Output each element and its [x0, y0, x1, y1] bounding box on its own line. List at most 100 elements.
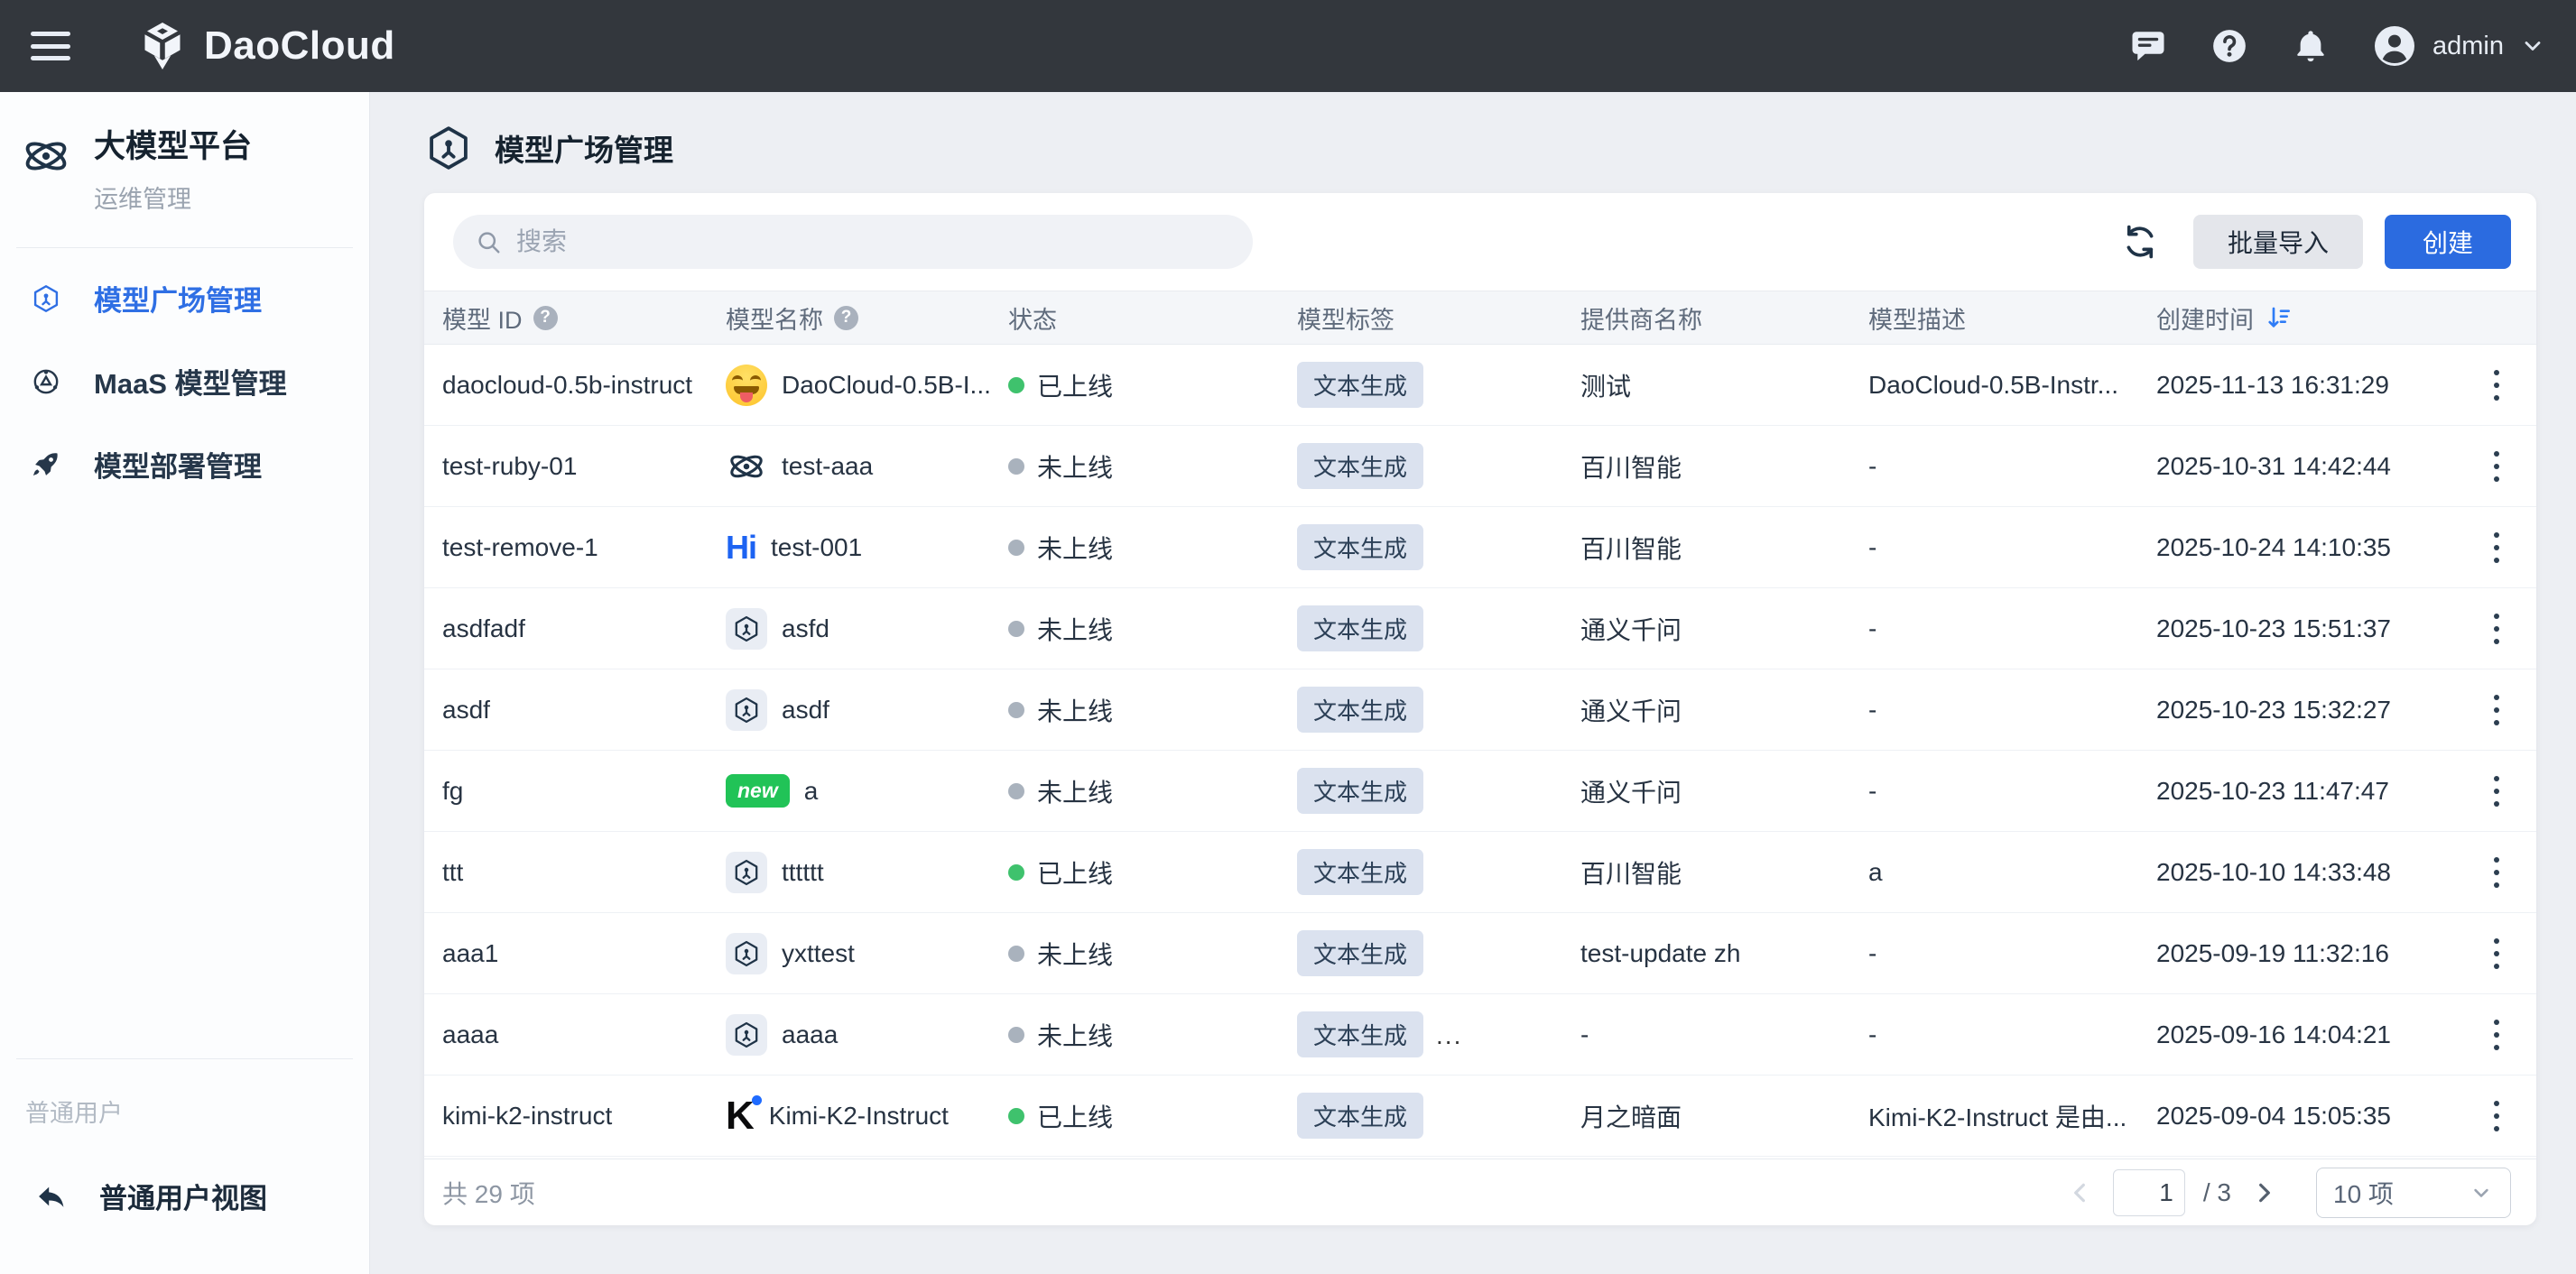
status-label: 未上线 [1037, 692, 1113, 728]
provider: 测试 [1580, 367, 1868, 403]
row-actions-kebab[interactable] [2475, 364, 2518, 407]
row-actions-kebab[interactable] [2475, 607, 2518, 651]
sidebar-divider [16, 247, 353, 248]
col-model-name[interactable]: 模型名称 [726, 300, 823, 336]
back-arrow-icon [34, 1180, 67, 1213]
topbar-actions: admin [2086, 24, 2545, 68]
table-footer: 共 29 项 / 3 10 项 [424, 1159, 2536, 1225]
search-icon [475, 228, 502, 255]
row-actions-kebab[interactable] [2475, 932, 2518, 975]
hexagon-person-icon [31, 283, 61, 314]
model-tag: 文本生成 [1297, 768, 1423, 814]
sidebar-item-model-square[interactable]: 模型广场管理 [0, 257, 369, 340]
description: Kimi-K2-Instruct 是由... [1868, 1098, 2156, 1134]
row-actions-kebab[interactable] [2475, 688, 2518, 732]
default-model-icon [726, 852, 767, 893]
sidebar-item-label: 模型广场管理 [94, 278, 262, 318]
help-circle-icon[interactable] [2210, 27, 2248, 65]
tags-cell: 文本生成 [1297, 524, 1580, 570]
sidebar-item-model-deployment[interactable]: 模型部署管理 [0, 423, 369, 506]
refresh-button[interactable] [2121, 223, 2159, 261]
provider: 月之暗面 [1580, 1098, 1868, 1134]
actions-cell [2460, 932, 2518, 975]
model-tag: 文本生成 [1297, 1011, 1423, 1057]
status-cell: 未上线 [1008, 530, 1297, 566]
model-tag: 文本生成 [1297, 443, 1423, 489]
kimi-logo-icon: K [726, 1095, 755, 1137]
search-box[interactable] [453, 215, 1253, 269]
model-id: aaaa [442, 1020, 726, 1049]
tags-cell: 文本生成... [1297, 1011, 1580, 1057]
created-at: 2025-10-23 15:32:27 [2156, 696, 2460, 725]
actions-cell [2460, 526, 2518, 569]
row-actions-kebab[interactable] [2475, 1013, 2518, 1057]
help-question-icon[interactable] [834, 306, 858, 330]
chat-icon[interactable] [2129, 27, 2167, 65]
model-name: Kimi-K2-Instruct [769, 1102, 949, 1131]
description: a [1868, 858, 2156, 887]
table-card: 批量导入 创建 模型 ID 模型名称 状态 模型标签 提供商名称 模型描述 创建… [424, 193, 2536, 1225]
brand-name: DaoCloud [204, 23, 395, 69]
status-dot [1008, 377, 1024, 393]
col-status[interactable]: 状态 [1008, 300, 1057, 336]
model-name-cell: Hitest-001 [726, 527, 1008, 568]
tags-cell: 文本生成 [1297, 849, 1580, 895]
table-row: fgnewa未上线文本生成通义千问-2025-10-23 11:47:47 [424, 751, 2536, 832]
notification-bell-icon[interactable] [2292, 27, 2330, 65]
status-cell: 未上线 [1008, 773, 1297, 809]
status-label: 未上线 [1037, 530, 1113, 566]
model-tag: 文本生成 [1297, 362, 1423, 408]
prev-page-button[interactable] [2066, 1178, 2095, 1207]
bulk-import-button[interactable]: 批量导入 [2193, 215, 2363, 269]
status-label: 未上线 [1037, 936, 1113, 972]
status-dot [1008, 702, 1024, 718]
page-input[interactable] [2113, 1169, 2185, 1216]
col-model-tags[interactable]: 模型标签 [1297, 300, 1395, 336]
row-actions-kebab[interactable] [2475, 851, 2518, 894]
status-label: 已上线 [1037, 1098, 1113, 1134]
model-name-cell: K Kimi-K2-Instruct [726, 1095, 1008, 1137]
tags-cell: 文本生成 [1297, 930, 1580, 976]
col-provider[interactable]: 提供商名称 [1580, 300, 1702, 336]
menu-hamburger-icon[interactable] [31, 29, 70, 63]
sidebar-item-normal-user-view[interactable]: 普通用户视图 [0, 1176, 369, 1216]
total-count: 共 29 项 [442, 1175, 535, 1211]
table-row: test-ruby-01test-aaa未上线文本生成百川智能-2025-10-… [424, 426, 2536, 507]
next-page-button[interactable] [2249, 1178, 2278, 1207]
chevron-down-icon [2469, 1180, 2494, 1205]
user-menu[interactable]: admin [2373, 24, 2545, 68]
tags-cell: 文本生成 [1297, 1093, 1580, 1139]
model-name-cell: DaoCloud-0.5B-I... [726, 365, 1008, 406]
status-dot [1008, 621, 1024, 637]
col-created-at[interactable]: 创建时间 [2156, 300, 2254, 336]
sidebar-item-maas-models[interactable]: MaaS 模型管理 [0, 340, 369, 423]
model-id: test-remove-1 [442, 533, 726, 562]
col-model-id[interactable]: 模型 ID [442, 300, 523, 336]
row-actions-kebab[interactable] [2475, 526, 2518, 569]
tags-cell: 文本生成 [1297, 768, 1580, 814]
sort-descending-icon[interactable] [2265, 303, 2293, 332]
help-question-icon[interactable] [533, 306, 558, 330]
page-size-select[interactable]: 10 项 [2316, 1168, 2511, 1218]
col-description[interactable]: 模型描述 [1868, 300, 1966, 336]
row-actions-kebab[interactable] [2475, 1094, 2518, 1138]
atom-logo-icon [726, 446, 767, 487]
search-input[interactable] [514, 226, 1231, 257]
toolbar: 批量导入 创建 [424, 193, 2536, 291]
created-at: 2025-09-04 15:05:35 [2156, 1102, 2460, 1131]
brand[interactable]: DaoCloud [135, 19, 395, 73]
username: admin [2432, 32, 2504, 61]
actions-cell [2460, 1013, 2518, 1057]
create-button[interactable]: 创建 [2385, 215, 2511, 269]
status-cell: 已上线 [1008, 1098, 1297, 1134]
row-actions-kebab[interactable] [2475, 445, 2518, 488]
status-dot [1008, 540, 1024, 556]
description: - [1868, 452, 2156, 481]
new-badge-icon: new [726, 774, 790, 808]
model-id: kimi-k2-instruct [442, 1102, 726, 1131]
model-id: ttt [442, 858, 726, 887]
row-actions-kebab[interactable] [2475, 770, 2518, 813]
created-at: 2025-11-13 16:31:29 [2156, 371, 2460, 400]
tags-more: ... [1436, 1021, 1462, 1049]
status-cell: 未上线 [1008, 448, 1297, 485]
